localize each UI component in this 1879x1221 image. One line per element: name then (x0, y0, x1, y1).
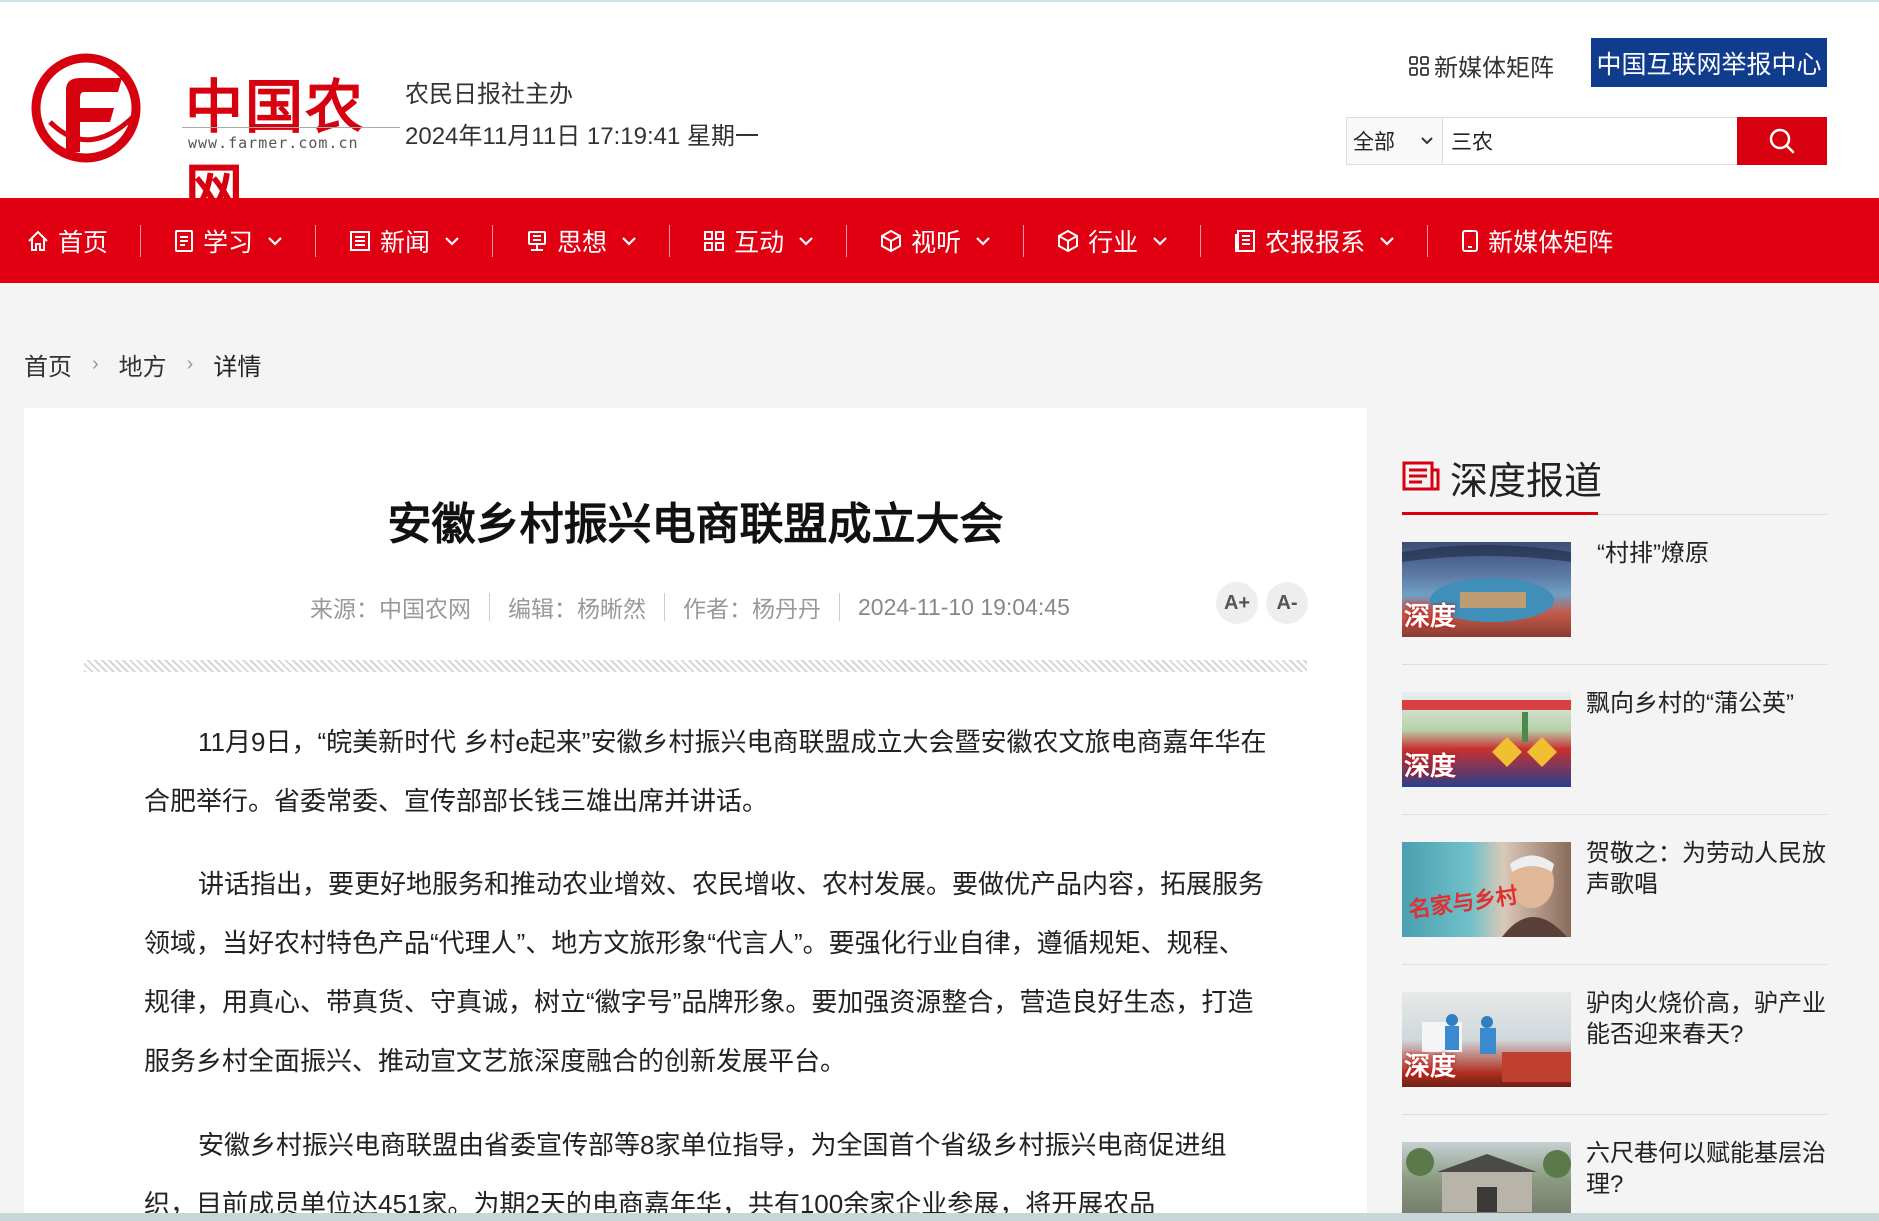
newspaper-icon (348, 229, 372, 253)
article-paragraph: 11月9日，“皖美新时代 乡村e起来”安徽乡村振兴电商联盟成立大会暨安徽农文旅电… (144, 727, 1267, 816)
nav-item-industry[interactable]: 行业 (1024, 198, 1200, 283)
meta-divider (664, 593, 665, 621)
meta-divider (489, 593, 490, 621)
sidebar-heading: 深度报道 (1402, 440, 1827, 515)
chevron-down-icon (798, 236, 814, 246)
chevron-down-icon (975, 236, 991, 246)
sidebar-heading-label: 深度报道 (1450, 460, 1603, 503)
article-paragraph: 讲话指出，要更好地服务和推动农业增效、农民增收、农村发展。要做优产品内容，拓展服… (144, 869, 1265, 1076)
story-thumbnail: 名家与乡村 (1402, 842, 1571, 937)
breadcrumb-chevron-icon: › (186, 353, 194, 375)
main-nav: 首页 学习 新闻 思想 互动 视听 行业 农报报系 新媒体矩阵 (0, 198, 1879, 283)
article-date: 2024-11-10 19:04:45 (858, 593, 1070, 620)
font-decrease-button[interactable]: A- (1266, 582, 1308, 624)
chevron-down-icon (267, 236, 283, 246)
sidebar-story[interactable]: 深度 驴肉火烧价高，驴产业能否迎来春天? (1402, 965, 1827, 1115)
book-icon (173, 229, 195, 253)
nav-item-label: 新闻 (380, 228, 431, 257)
cube-icon (879, 229, 903, 253)
story-thumbnail: 深度 (1402, 542, 1571, 637)
sidebar-story[interactable]: 六尺巷何以赋能基层治理? (1402, 1115, 1827, 1221)
story-title: 贺敬之：为劳动人民放声歌唱 (1586, 840, 1826, 898)
sidebar-story[interactable]: 名家与乡村 贺敬之：为劳动人民放声歌唱 (1402, 815, 1827, 965)
breadcrumb-home[interactable]: 首页 (24, 347, 72, 382)
sidebar-story[interactable]: 深度 飘向乡村的“蒲公英” (1402, 665, 1827, 815)
story-thumbnail (1402, 1142, 1571, 1221)
logo-f-icon (31, 53, 141, 163)
nav-item-label: 新媒体矩阵 (1488, 228, 1614, 257)
hatched-divider (84, 660, 1307, 672)
search-scope-select[interactable]: 全部 (1347, 118, 1443, 164)
organizer-text: 农民日报社主办 (405, 81, 573, 108)
font-increase-button[interactable]: A+ (1216, 582, 1258, 624)
article-author: 作者：杨丹丹 (683, 596, 821, 622)
search-scope-value: 全部 (1353, 131, 1395, 154)
home-icon (26, 229, 50, 253)
story-tag: 深度 (1404, 752, 1457, 782)
breadcrumb-chevron-icon: › (92, 353, 99, 375)
document-icon (1233, 229, 1257, 253)
nav-item-label: 视听 (911, 228, 962, 257)
nav-item-label: 农报报系 (1265, 228, 1366, 257)
chevron-down-icon (1379, 236, 1395, 246)
nav-item-newspapers[interactable]: 农报报系 (1201, 198, 1427, 283)
logo-rule (182, 127, 400, 128)
site-header: 中国农网 www.farmer.com.cn 农民日报社主办 2024年11月1… (0, 0, 1879, 225)
current-datetime: 2024年11月11日 17:19:41 星期一 (405, 123, 759, 150)
article-source: 来源：中国农网 (310, 596, 471, 622)
chevron-down-icon (1152, 236, 1168, 246)
search-button[interactable] (1737, 117, 1827, 165)
nav-item-news[interactable]: 新闻 (316, 198, 492, 283)
nav-item-label: 首页 (58, 228, 109, 257)
article-panel: 安徽乡村振兴电商联盟成立大会 来源：中国农网 编辑：杨晰然 作者：杨丹丹 202… (24, 408, 1367, 1221)
story-title: 飘向乡村的“蒲公英” (1586, 690, 1794, 717)
search-bar: 全部 (1346, 117, 1827, 165)
chevron-down-icon (444, 236, 460, 246)
chevron-down-icon (621, 236, 637, 246)
article-editor: 编辑：杨晰然 (508, 596, 646, 622)
chevron-down-icon (1421, 137, 1433, 145)
search-input[interactable] (1443, 118, 1737, 164)
lightbulb-icon (525, 229, 549, 253)
story-thumbnail: 深度 (1402, 692, 1571, 787)
nav-item-label: 思想 (557, 228, 608, 257)
story-thumbnail: 深度 (1402, 992, 1571, 1087)
breadcrumb-current: 详情 (213, 354, 262, 381)
story-title: “村排”燎原 (1597, 540, 1709, 567)
article-paragraph: 安徽乡村振兴电商联盟由省委宣传部等8家单位指导，为全国首个省级乡村振兴电商促进组… (144, 1130, 1227, 1219)
font-size-controls: A+ A- (1216, 582, 1308, 624)
grid-icon (702, 229, 726, 253)
meta-divider (839, 593, 840, 621)
nav-item-label: 学习 (203, 228, 254, 257)
media-matrix-link[interactable]: 新媒体矩阵 (1408, 48, 1554, 83)
search-icon (1769, 128, 1795, 154)
cube-icon (1056, 229, 1080, 253)
phone-icon (1460, 229, 1480, 253)
report-center-button[interactable]: 中国互联网举报中心 (1591, 38, 1827, 87)
breadcrumb-local[interactable]: 地方 (119, 347, 167, 382)
nav-item-audiovisual[interactable]: 视听 (847, 198, 1023, 283)
horizontal-scrollbar[interactable] (0, 1213, 1879, 1221)
in-depth-sidebar: 深度报道 深度 “村排”燎原 深度 飘向乡村的“蒲公英” 名家与乡村 贺敬之：为… (1402, 440, 1827, 1221)
logo-url: www.farmer.com.cn (188, 134, 359, 152)
story-tag: 深度 (1404, 1052, 1457, 1082)
media-matrix-label: 新媒体矩阵 (1434, 55, 1554, 82)
nav-item-study[interactable]: 学习 (141, 198, 315, 283)
sidebar-story[interactable]: 深度 “村排”燎原 (1402, 515, 1827, 665)
nav-item-media-matrix[interactable]: 新媒体矩阵 (1428, 198, 1645, 283)
breadcrumb: 首页 › 地方 › 详情 (24, 347, 261, 382)
nav-item-home[interactable]: 首页 (0, 198, 140, 283)
story-tag: 深度 (1404, 602, 1457, 632)
story-title: 六尺巷何以赋能基层治理? (1586, 1140, 1826, 1198)
article-title: 安徽乡村振兴电商联盟成立大会 (387, 500, 1004, 549)
nav-item-interaction[interactable]: 互动 (670, 198, 846, 283)
grid-icon (1409, 55, 1429, 76)
story-title: 驴肉火烧价高，驴产业能否迎来春天? (1586, 990, 1826, 1048)
article-meta: 来源：中国农网 编辑：杨晰然 作者：杨丹丹 2024-11-10 19:04:4… (310, 590, 1070, 624)
site-logo[interactable]: 中国农网 www.farmer.com.cn (30, 52, 400, 225)
nav-item-label: 行业 (1088, 228, 1139, 257)
nav-item-thought[interactable]: 思想 (493, 198, 669, 283)
newspaper-icon (1402, 460, 1440, 494)
nav-item-label: 互动 (734, 228, 785, 257)
